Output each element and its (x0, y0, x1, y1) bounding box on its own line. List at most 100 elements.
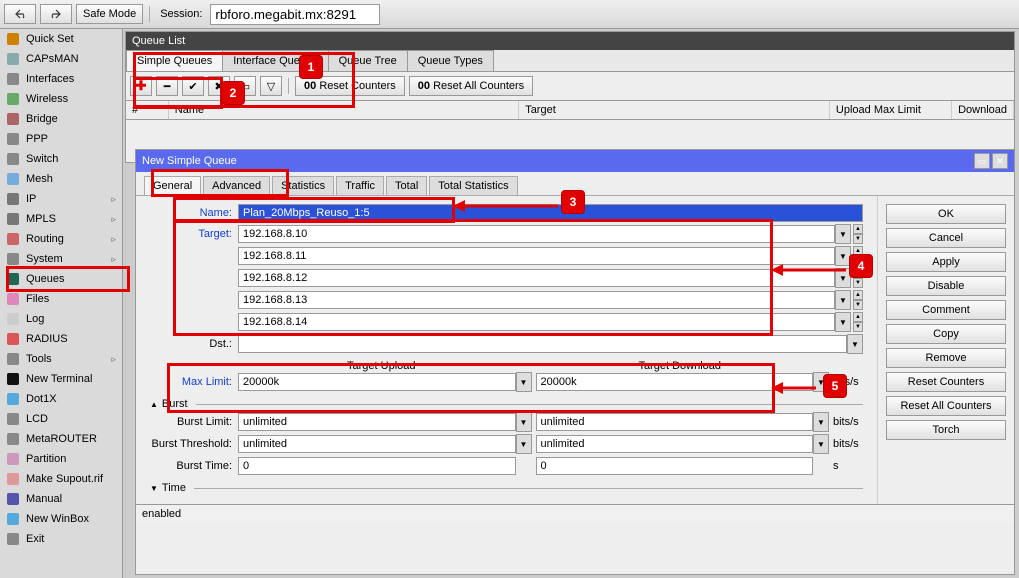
section-burst[interactable]: ▲Burst (150, 398, 863, 410)
undo-button[interactable] (4, 4, 36, 24)
disable-button[interactable]: ✖ (208, 76, 230, 96)
sidebar-item-routing[interactable]: Routing▹ (0, 229, 122, 249)
spin-up-icon[interactable]: ▲ (853, 224, 863, 234)
ok-button[interactable]: OK (886, 204, 1006, 224)
max-limit-upload-input[interactable] (238, 373, 516, 391)
tab-total-statistics[interactable]: Total Statistics (429, 176, 517, 195)
tab-total[interactable]: Total (386, 176, 427, 195)
tab-queue-tree[interactable]: Queue Tree (328, 50, 408, 71)
tab-simple-queues[interactable]: Simple Queues (126, 50, 223, 71)
remove-button[interactable]: ━ (156, 76, 178, 96)
sidebar-item-mpls[interactable]: MPLS▹ (0, 209, 122, 229)
sidebar-item-bridge[interactable]: Bridge (0, 109, 122, 129)
sidebar-item-quick-set[interactable]: Quick Set (0, 29, 122, 49)
spin-down-icon[interactable]: ▼ (853, 278, 863, 288)
burst-time-up-input[interactable] (238, 457, 516, 475)
spin-up-icon[interactable]: ▲ (853, 290, 863, 300)
spin-up-icon[interactable]: ▲ (853, 312, 863, 322)
apply-button[interactable]: Apply (886, 252, 1006, 272)
burst-limit-dn-input[interactable] (536, 413, 814, 431)
target-dropdown-icon[interactable]: ▼ (835, 290, 851, 310)
sidebar-item-partition[interactable]: Partition (0, 449, 122, 469)
enable-button[interactable]: ✔ (182, 76, 204, 96)
target-dropdown-icon[interactable]: ▼ (835, 312, 851, 332)
dropdown-icon[interactable]: ▼ (813, 372, 829, 392)
target-input[interactable] (238, 291, 835, 309)
burst-time-dn-input[interactable] (536, 457, 814, 475)
reset-counters-button[interactable]: 00 Reset Counters (295, 76, 405, 96)
reset-all-counters-button[interactable]: 00 Reset All Counters (409, 76, 533, 96)
sidebar-icon (6, 452, 20, 466)
redo-button[interactable] (40, 4, 72, 24)
dropdown-icon[interactable]: ▼ (813, 412, 829, 432)
burst-thr-up-input[interactable] (238, 435, 516, 453)
spin-down-icon[interactable]: ▼ (853, 322, 863, 332)
dropdown-icon[interactable]: ▼ (516, 372, 532, 392)
sidebar-item-capsman[interactable]: CAPsMAN (0, 49, 122, 69)
tab-general[interactable]: General (144, 176, 201, 195)
sidebar-item-make-supout-rif[interactable]: Make Supout.rif (0, 469, 122, 489)
tab-interface-queues[interactable]: Interface Queues (222, 50, 328, 71)
sidebar-item-ip[interactable]: IP▹ (0, 189, 122, 209)
burst-limit-up-input[interactable] (238, 413, 516, 431)
copy-button[interactable]: Copy (886, 324, 1006, 344)
target-input[interactable] (238, 225, 835, 243)
sidebar-item-wireless[interactable]: Wireless (0, 89, 122, 109)
sidebar-item-radius[interactable]: RADIUS (0, 329, 122, 349)
sidebar-item-mesh[interactable]: Mesh (0, 169, 122, 189)
sidebar-item-switch[interactable]: Switch (0, 149, 122, 169)
torch-button[interactable]: Torch (886, 420, 1006, 440)
cancel-button[interactable]: Cancel (886, 228, 1006, 248)
disable-button[interactable]: Disable (886, 276, 1006, 296)
dropdown-icon[interactable]: ▼ (516, 434, 532, 454)
spin-up-icon[interactable]: ▲ (853, 268, 863, 278)
sidebar-item-new-terminal[interactable]: New Terminal (0, 369, 122, 389)
sidebar-item-manual[interactable]: Manual (0, 489, 122, 509)
sidebar-item-ppp[interactable]: PPP (0, 129, 122, 149)
tab-advanced[interactable]: Advanced (203, 176, 270, 195)
spin-up-icon[interactable]: ▲ (853, 246, 863, 256)
dst-input[interactable] (238, 335, 847, 353)
comment-button[interactable]: ▭ (234, 76, 256, 96)
tab-queue-types[interactable]: Queue Types (407, 50, 494, 71)
spin-down-icon[interactable]: ▼ (853, 256, 863, 266)
session-input[interactable] (210, 4, 380, 25)
filter-button[interactable]: ▽ (260, 76, 282, 96)
target-dropdown-icon[interactable]: ▼ (835, 268, 851, 288)
sidebar-item-queues[interactable]: Queues (0, 269, 122, 289)
sidebar-item-new-winbox[interactable]: New WinBox (0, 509, 122, 529)
target-dropdown-icon[interactable]: ▼ (835, 224, 851, 244)
add-button[interactable]: ✚ (130, 76, 152, 96)
sidebar-item-lcd[interactable]: LCD (0, 409, 122, 429)
tab-statistics[interactable]: Statistics (272, 176, 334, 195)
reset-counters-button[interactable]: Reset Counters (886, 372, 1006, 392)
sidebar-item-exit[interactable]: Exit (0, 529, 122, 549)
dropdown-icon[interactable]: ▼ (813, 434, 829, 454)
sidebar-item-files[interactable]: Files (0, 289, 122, 309)
target-input[interactable] (238, 269, 835, 287)
minimize-icon[interactable]: ▭ (974, 153, 990, 169)
sidebar-item-metarouter[interactable]: MetaROUTER (0, 429, 122, 449)
comment-button[interactable]: Comment (886, 300, 1006, 320)
spin-down-icon[interactable]: ▼ (853, 300, 863, 310)
tab-traffic[interactable]: Traffic (336, 176, 384, 195)
sidebar-item-tools[interactable]: Tools▹ (0, 349, 122, 369)
target-input[interactable] (238, 313, 835, 331)
reset-all-counters-button[interactable]: Reset All Counters (886, 396, 1006, 416)
dropdown-icon[interactable]: ▼ (516, 412, 532, 432)
target-input[interactable] (238, 247, 835, 265)
safe-mode-button[interactable]: Safe Mode (76, 4, 143, 24)
burst-thr-dn-input[interactable] (536, 435, 814, 453)
dst-dropdown-icon[interactable]: ▼ (847, 334, 863, 354)
close-icon[interactable]: ✕ (992, 153, 1008, 169)
spin-down-icon[interactable]: ▼ (853, 234, 863, 244)
max-limit-download-input[interactable] (536, 373, 814, 391)
name-input[interactable] (238, 204, 863, 222)
sidebar-item-system[interactable]: System▹ (0, 249, 122, 269)
remove-button[interactable]: Remove (886, 348, 1006, 368)
sidebar-item-log[interactable]: Log (0, 309, 122, 329)
target-dropdown-icon[interactable]: ▼ (835, 246, 851, 266)
sidebar-item-interfaces[interactable]: Interfaces (0, 69, 122, 89)
sidebar-item-dot1x[interactable]: Dot1X (0, 389, 122, 409)
section-time[interactable]: ▼Time (150, 482, 863, 494)
